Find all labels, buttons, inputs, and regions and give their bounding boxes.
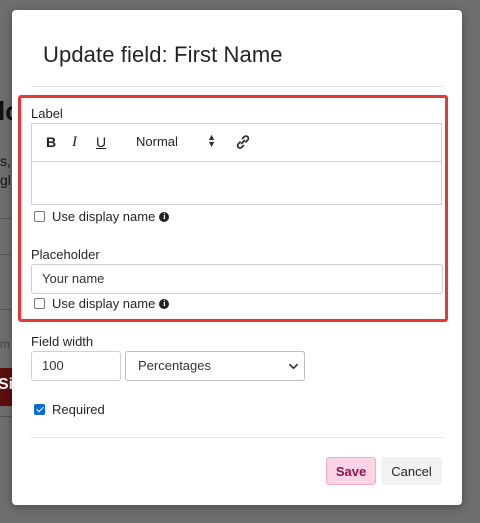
text-format-value: Normal [136, 134, 178, 149]
placeholder-use-display-name-row: Use display name i [34, 296, 170, 311]
bold-button[interactable]: B [46, 133, 56, 151]
placeholder-field-label: Placeholder [31, 247, 100, 262]
required-checkbox[interactable] [34, 404, 45, 415]
label-use-display-name-checkbox[interactable] [34, 211, 45, 222]
bg-text-fragment: s, [0, 153, 11, 169]
info-icon[interactable]: i [159, 298, 170, 309]
text-format-select[interactable]: Normal ▲ ▼ [136, 132, 216, 150]
placeholder-use-display-name-checkbox[interactable] [34, 298, 45, 309]
field-width-input[interactable]: 100 [31, 351, 121, 381]
bg-text-fragment: gl [0, 172, 11, 188]
modal-title: Update field: First Name [43, 42, 283, 67]
label-rich-text-editor: B I U Normal ▲ ▼ [31, 123, 442, 205]
field-width-label: Field width [31, 334, 94, 349]
editor-toolbar: B I U Normal ▲ ▼ [32, 124, 441, 162]
link-icon[interactable] [235, 134, 251, 150]
bg-text-fragment: m [0, 337, 10, 351]
updown-arrows-icon: ▲ ▼ [207, 132, 216, 149]
field-width-unit-select[interactable]: Percentages [125, 351, 305, 381]
info-icon[interactable]: i [159, 211, 170, 222]
cancel-button[interactable]: Cancel [381, 457, 442, 485]
placeholder-use-display-name-text: Use display name [52, 296, 156, 311]
label-editor-content[interactable] [32, 162, 441, 206]
chevron-down-icon [289, 363, 298, 370]
save-button[interactable]: Save [326, 457, 376, 485]
footer-divider [31, 437, 443, 438]
header-divider [31, 86, 443, 87]
underline-button[interactable]: U [96, 133, 106, 151]
update-field-modal: Update field: First Name Label B I U Nor… [12, 10, 462, 505]
required-row: Required [34, 402, 105, 417]
required-text: Required [52, 402, 105, 417]
placeholder-input[interactable]: Your name [31, 264, 443, 294]
label-field-label: Label [31, 106, 63, 121]
label-use-display-name-text: Use display name [52, 209, 156, 224]
label-use-display-name-row: Use display name i [34, 209, 170, 224]
field-width-unit-value: Percentages [138, 358, 211, 373]
italic-button[interactable]: I [72, 133, 77, 151]
